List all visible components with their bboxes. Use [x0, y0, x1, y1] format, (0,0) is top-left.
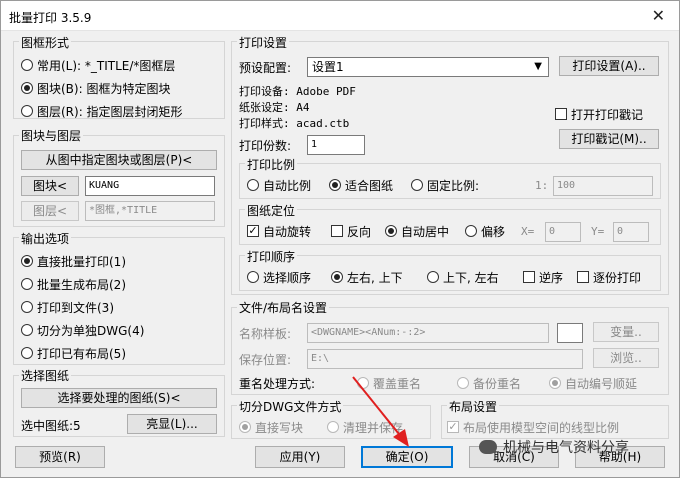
batch-print-dialog: 批量打印 3.5.9 ✕ 图框形式 常用(L): *_TITLE/*图框层 图块… [0, 0, 680, 478]
wechat-icon [479, 440, 497, 454]
watermark: 机械与电气资料分享 [479, 437, 629, 457]
annotation-arrow [352, 376, 409, 447]
watermark-text: 机械与电气资料分享 [503, 440, 629, 456]
